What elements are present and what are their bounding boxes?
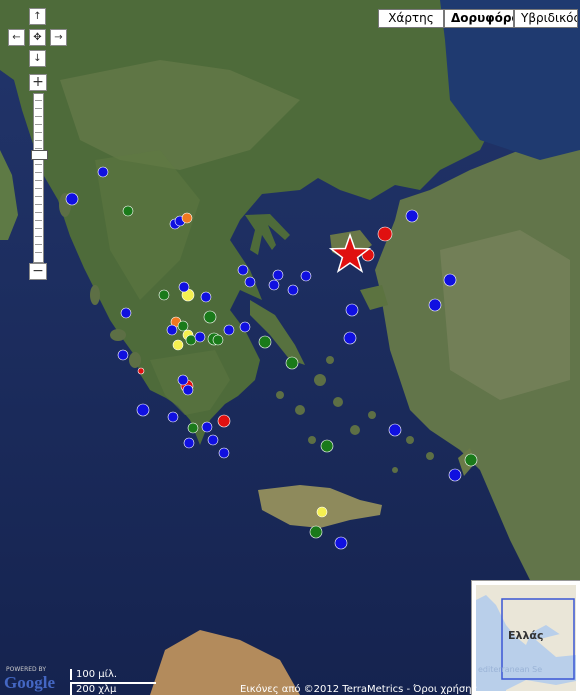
earthquake-marker-blue[interactable] — [97, 166, 109, 178]
earthquake-marker-blue[interactable] — [117, 349, 129, 361]
zoom-tick — [35, 204, 42, 205]
earthquake-marker-blue[interactable] — [194, 331, 206, 343]
earthquake-marker-green[interactable] — [185, 334, 197, 346]
earthquake-marker-green[interactable] — [258, 335, 272, 349]
earthquake-marker-blue[interactable] — [177, 374, 189, 386]
map-type-satellite-button[interactable]: Δορυφόρος — [444, 9, 514, 28]
earthquake-marker-blue[interactable] — [183, 437, 195, 449]
overview-country-label: Ελλάς — [508, 629, 544, 642]
earthquake-marker-blue[interactable] — [207, 434, 219, 446]
zoom-tick — [35, 180, 42, 181]
overview-sea-label: editerranean Se — [478, 665, 543, 674]
earthquake-marker-blue[interactable] — [272, 269, 284, 281]
zoom-tick — [35, 116, 42, 117]
zoom-tick — [35, 108, 42, 109]
earthquake-marker-blue[interactable] — [218, 447, 230, 459]
earthquake-marker-green[interactable] — [309, 525, 323, 539]
zoom-tick — [35, 148, 42, 149]
pan-control: ↑ ← ✥ → ↓ — [8, 8, 68, 68]
earthquake-marker-blue[interactable] — [388, 423, 402, 437]
earthquake-marker-blue[interactable] — [428, 298, 442, 312]
pan-down-button[interactable]: ↓ — [29, 50, 46, 67]
earthquake-marker-blue[interactable] — [167, 411, 179, 423]
zoom-slider-track[interactable] — [31, 93, 48, 263]
scale-imperial: 100 μίλ. — [70, 669, 117, 680]
overview-map[interactable]: Ελλάς editerranean Se — [471, 580, 580, 695]
map-view[interactable]: Χάρτης Δορυφόρος Υβριδικός ↑ ← ✥ → ↓ + −… — [0, 0, 580, 695]
earthquake-marker-blue[interactable] — [405, 209, 419, 223]
earthquake-marker-yellow[interactable] — [316, 506, 328, 518]
earthquake-marker-orange[interactable] — [181, 212, 193, 224]
zoom-tick — [35, 132, 42, 133]
earthquake-marker-green[interactable] — [122, 205, 134, 217]
zoom-tick — [35, 100, 42, 101]
pan-center-button[interactable]: ✥ — [29, 29, 46, 46]
zoom-tick — [35, 220, 42, 221]
earthquake-marker-blue[interactable] — [448, 468, 462, 482]
earthquake-marker-blue[interactable] — [200, 291, 212, 303]
earthquake-marker-blue[interactable] — [136, 403, 150, 417]
earthquake-marker-blue[interactable] — [223, 324, 235, 336]
attribution-text[interactable]: Εικόνες από ©2012 TerraMetrics - Όροι χρ… — [240, 684, 477, 695]
earthquake-marker-blue[interactable] — [239, 321, 251, 333]
earthquake-marker-red[interactable] — [377, 226, 393, 242]
earthquake-marker-green[interactable] — [212, 334, 224, 346]
zoom-out-button[interactable]: − — [29, 263, 47, 280]
earthquake-marker-green[interactable] — [203, 310, 217, 324]
earthquake-marker-blue[interactable] — [343, 331, 357, 345]
earthquake-marker-blue[interactable] — [300, 270, 312, 282]
earthquake-marker-red[interactable] — [137, 367, 145, 375]
zoom-tick — [35, 244, 42, 245]
earthquake-marker-yellow[interactable] — [172, 339, 184, 351]
zoom-tick — [35, 252, 42, 253]
epicenter-star-icon[interactable] — [328, 232, 372, 274]
earthquake-marker-blue[interactable] — [178, 281, 190, 293]
earthquake-marker-blue[interactable] — [244, 276, 256, 288]
earthquake-marker-blue[interactable] — [166, 324, 178, 336]
earthquake-marker-green[interactable] — [177, 320, 189, 332]
zoom-tick — [35, 124, 42, 125]
earthquake-marker-blue[interactable] — [287, 284, 299, 296]
zoom-slider-handle[interactable] — [31, 150, 48, 160]
zoom-tick — [35, 164, 42, 165]
zoom-tick — [35, 172, 42, 173]
map-type-control: Χάρτης Δορυφόρος Υβριδικός — [378, 9, 578, 28]
pan-up-button[interactable]: ↑ — [29, 8, 46, 25]
zoom-tick — [35, 196, 42, 197]
earthquake-marker-blue[interactable] — [237, 264, 249, 276]
pan-left-button[interactable]: ← — [8, 29, 25, 46]
zoom-control: + − — [29, 74, 48, 280]
earthquake-marker-blue[interactable] — [345, 303, 359, 317]
earthquake-marker-red[interactable] — [217, 414, 231, 428]
map-type-hybrid-button[interactable]: Υβριδικός — [514, 9, 578, 28]
earthquake-marker-green[interactable] — [464, 453, 478, 467]
zoom-in-button[interactable]: + — [29, 74, 47, 91]
earthquake-marker-green[interactable] — [187, 422, 199, 434]
google-logo[interactable]: Google — [4, 673, 55, 693]
earthquake-marker-green[interactable] — [285, 356, 299, 370]
earthquake-marker-blue[interactable] — [268, 279, 280, 291]
zoom-tick — [35, 140, 42, 141]
earthquake-marker-green[interactable] — [320, 439, 334, 453]
earthquake-marker-blue[interactable] — [182, 384, 194, 396]
earthquake-marker-blue[interactable] — [201, 421, 213, 433]
pan-right-button[interactable]: → — [50, 29, 67, 46]
earthquake-marker-green[interactable] — [158, 289, 170, 301]
zoom-tick — [35, 228, 42, 229]
earthquake-marker-blue[interactable] — [334, 536, 348, 550]
zoom-tick — [35, 212, 42, 213]
scale-bar: 100 μίλ. 200 χλμ — [70, 669, 160, 695]
scale-metric: 200 χλμ — [70, 682, 156, 695]
map-type-map-button[interactable]: Χάρτης — [378, 9, 444, 28]
overview-map-view[interactable]: Ελλάς editerranean Se — [476, 585, 576, 691]
zoom-tick — [35, 236, 42, 237]
earthquake-marker-blue[interactable] — [65, 192, 79, 206]
earthquake-marker-blue[interactable] — [120, 307, 132, 319]
powered-by-label: POWERED BY — [6, 666, 47, 673]
earthquake-marker-blue[interactable] — [443, 273, 457, 287]
zoom-tick — [35, 188, 42, 189]
